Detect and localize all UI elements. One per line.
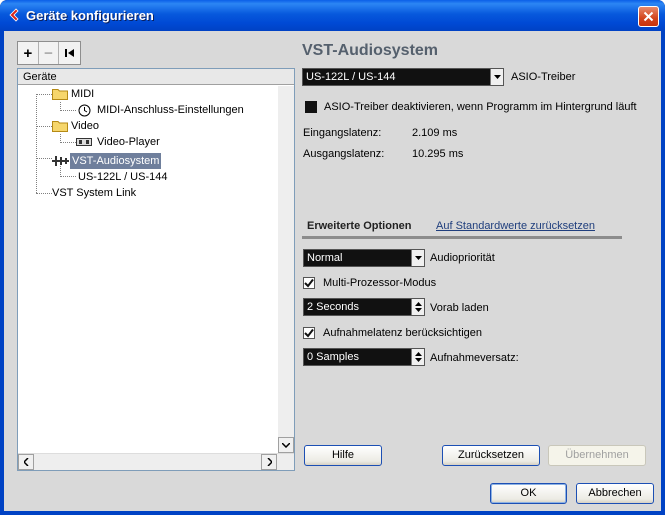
add-device-button[interactable]: + [18,42,39,64]
spinner-up-down-icon [414,302,422,312]
tree-connector [60,110,76,111]
scroll-right-button[interactable] [261,454,277,470]
spinner-arrows[interactable] [411,299,424,315]
tree-item-label: Video [71,120,99,132]
asio-driver-select[interactable]: US-122L / US-144 [302,68,504,86]
tree-item-label: US-122L / US-144 [78,171,168,183]
folder-icon [52,89,68,100]
dropdown-arrow[interactable] [490,69,503,85]
chevron-down-icon [414,256,422,260]
folder-icon [52,121,68,132]
record-offset-spinner[interactable]: 0 Samples [303,348,425,366]
tree-connector [36,94,52,95]
audio-priority-select[interactable]: Normal [303,249,425,267]
asio-driver-value: US-122L / US-144 [306,71,396,83]
tree-connector [36,94,37,193]
tree-connector [60,142,76,143]
asio-driver-label: ASIO-Treiber [511,71,576,83]
help-button[interactable]: Hilfe [304,445,382,466]
tree-connector [36,126,52,127]
tree-item-label: VST-Audiosystem [70,153,162,169]
cubase-logo-icon [9,8,19,22]
reset-button[interactable]: Zurücksetzen [442,445,540,466]
audio-system-icon [52,156,69,166]
tree-vertical-scrollbar[interactable] [278,86,294,453]
video-player-icon [76,138,92,146]
record-offset-value: 0 Samples [307,351,359,363]
device-tree-panel: Geräte MIDI MIDI-Anschluss-Einstellungen… [17,68,295,471]
close-button[interactable] [638,6,659,27]
window-frame-right [661,31,665,515]
chevron-right-icon [266,458,272,466]
dialog-client-area: + − Geräte MIDI MIDI-Anschluss-Einstellu… [4,31,661,511]
audio-priority-value: Normal [307,252,343,264]
chevron-left-icon [23,458,29,466]
window-frame-bottom [0,511,665,515]
tree-item-label: VST System Link [52,187,137,199]
record-latency-checkbox[interactable] [303,327,315,339]
tree-connector [36,158,52,159]
chevron-down-icon [282,442,290,448]
dialog-window: Geräte konfigurieren + − Geräte MIDI MID… [0,0,665,515]
tree-horizontal-scrollbar[interactable] [18,453,294,470]
tree-connector [36,193,52,194]
apply-button[interactable]: Übernehmen [548,445,646,466]
multiprocessor-label: Multi-Prozessor-Modus [323,277,437,289]
record-offset-label: Aufnahmeversatz: [430,352,519,364]
reset-defaults-link[interactable]: Auf Standardwerte zurücksetzen [436,220,595,232]
tree-column-header[interactable]: Geräte [18,69,294,85]
ok-button[interactable]: OK [490,483,567,504]
tree-connector [60,176,76,177]
deactivate-asio-checkbox[interactable] [305,101,317,113]
page-title: VST-Audiosystem [302,42,439,59]
device-tree: MIDI MIDI-Anschluss-Einstellungen Video [18,86,278,453]
input-latency-label: Eingangslatenz: [303,127,382,139]
output-latency-label: Ausgangslatenz: [303,148,385,160]
tree-item-label: Video-Player [97,136,160,148]
preload-label: Vorab laden [430,302,489,314]
scroll-down-button[interactable] [278,437,294,453]
skip-back-icon [65,49,75,57]
spinner-arrows[interactable] [411,349,424,365]
cancel-button[interactable]: Abbrechen [576,483,654,504]
tree-item-label: MIDI [71,88,95,100]
record-latency-label: Aufnahmelatenz berücksichtigen [323,327,482,339]
dropdown-arrow[interactable] [411,250,424,266]
audio-priority-label: Audiopriorität [430,252,495,264]
preload-spinner[interactable]: 2 Seconds [303,298,425,316]
spinner-up-down-icon [414,352,422,362]
checkmark-icon [304,328,314,338]
tab-underline [302,236,622,239]
remove-device-button[interactable]: − [39,42,60,64]
tree-item-label: MIDI-Anschluss-Einstellungen [97,104,244,116]
tab-advanced-options[interactable]: Erweiterte Optionen [307,220,412,232]
close-icon [643,11,654,22]
chevron-down-icon [493,75,501,79]
checkmark-icon [304,278,314,288]
scroll-left-button[interactable] [18,454,34,470]
deactivate-asio-label: ASIO-Treiber deaktivieren, wenn Programm… [324,101,637,113]
preload-value: 2 Seconds [307,301,359,313]
reset-device-button[interactable] [59,42,80,64]
device-toolbar: + − [17,41,81,65]
input-latency-value: 2.109 ms [412,127,458,139]
multiprocessor-checkbox[interactable] [303,277,315,289]
window-title: Geräte konfigurieren [26,8,154,23]
title-bar[interactable]: Geräte konfigurieren [0,0,665,31]
output-latency-value: 10.295 ms [412,148,464,160]
clock-icon [78,104,91,117]
